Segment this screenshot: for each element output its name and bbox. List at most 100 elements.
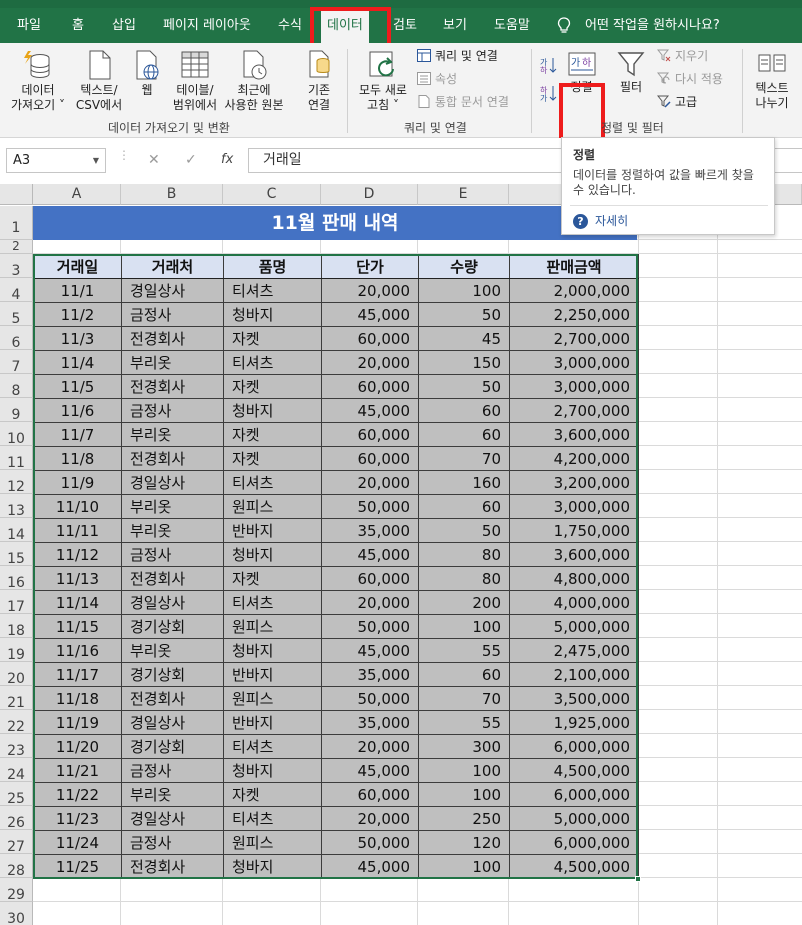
table-cell[interactable]: 11/6 <box>33 398 122 423</box>
row-header[interactable]: 3 <box>0 254 33 279</box>
table-cell[interactable]: 2,100,000 <box>509 662 639 687</box>
table-cell[interactable]: 경기상회 <box>121 662 224 687</box>
sort-ascending-icon[interactable]: 가 하 <box>539 56 557 74</box>
row-header[interactable]: 24 <box>0 758 33 783</box>
table-cell[interactable]: 80 <box>418 542 510 567</box>
table-cell[interactable]: 11/12 <box>33 542 122 567</box>
row-header[interactable]: 6 <box>0 326 33 351</box>
row-header[interactable]: 27 <box>0 830 33 855</box>
table-cell[interactable]: 11/24 <box>33 830 122 855</box>
row-header[interactable]: 25 <box>0 782 33 807</box>
row-header[interactable]: 11 <box>0 446 33 471</box>
table-cell[interactable]: 60 <box>418 662 510 687</box>
table-cell[interactable]: 경일상사 <box>121 710 224 735</box>
table-cell[interactable]: 11/2 <box>33 302 122 327</box>
table-cell[interactable]: 청바지 <box>223 398 322 423</box>
row-header[interactable]: 28 <box>0 854 33 879</box>
row-header[interactable]: 21 <box>0 686 33 711</box>
table-cell[interactable]: 티셔츠 <box>223 470 322 495</box>
table-cell[interactable]: 70 <box>418 686 510 711</box>
sales-table[interactable]: 거래일 거래처 품명 단가 수량 판매금액 11/1 경일상사 티셔츠 20,000 100 2,0… <box>33 254 639 879</box>
table-cell[interactable]: 11/8 <box>33 446 122 471</box>
table-cell[interactable]: 티셔츠 <box>223 278 322 303</box>
table-cell[interactable]: 자켓 <box>223 374 322 399</box>
table-cell[interactable]: 경일상사 <box>121 470 224 495</box>
table-cell[interactable]: 60 <box>418 398 510 423</box>
table-cell[interactable]: 20,000 <box>321 470 419 495</box>
table-header-cell[interactable]: 수량 <box>418 254 510 279</box>
table-cell[interactable]: 70 <box>418 446 510 471</box>
table-cell[interactable]: 120 <box>418 830 510 855</box>
table-cell[interactable]: 원피스 <box>223 494 322 519</box>
table-cell[interactable]: 11/16 <box>33 638 122 663</box>
table-cell[interactable]: 50,000 <box>321 494 419 519</box>
table-cell[interactable]: 35,000 <box>321 662 419 687</box>
table-cell[interactable]: 자켓 <box>223 782 322 807</box>
table-cell[interactable]: 부리옷 <box>121 782 224 807</box>
table-cell[interactable]: 35,000 <box>321 518 419 543</box>
row-header[interactable]: 10 <box>0 422 33 447</box>
table-cell[interactable]: 150 <box>418 350 510 375</box>
table-cell[interactable]: 60,000 <box>321 566 419 591</box>
row-header[interactable]: 18 <box>0 614 33 639</box>
tab-page-layout[interactable]: 페이지 레이아웃 <box>163 14 251 38</box>
row-header[interactable]: 12 <box>0 470 33 495</box>
table-cell[interactable]: 자켓 <box>223 566 322 591</box>
fill-handle[interactable] <box>635 876 641 882</box>
table-cell[interactable]: 부리옷 <box>121 638 224 663</box>
table-cell[interactable]: 11/14 <box>33 590 122 615</box>
table-cell[interactable]: 60,000 <box>321 326 419 351</box>
get-data-button[interactable]: 데이터 가져오기 ˅ <box>8 49 68 113</box>
table-cell[interactable]: 청바지 <box>223 758 322 783</box>
table-cell[interactable]: 11/18 <box>33 686 122 711</box>
refresh-all-button[interactable]: 모두 새로 고침 ˅ <box>355 49 411 113</box>
enter-check-icon[interactable]: ✓ <box>185 152 197 168</box>
table-cell[interactable]: 60,000 <box>321 446 419 471</box>
filter-button[interactable]: 필터 <box>614 50 648 95</box>
table-cell[interactable]: 경기상회 <box>121 614 224 639</box>
table-cell[interactable]: 전경회사 <box>121 686 224 711</box>
row-header[interactable]: 23 <box>0 734 33 759</box>
table-cell[interactable]: 자켓 <box>223 422 322 447</box>
tooltip-help-link[interactable]: ? 자세히 <box>573 212 628 229</box>
table-cell[interactable]: 11/22 <box>33 782 122 807</box>
recent-sources-button[interactable]: 최근에 사용한 원본 <box>222 49 286 113</box>
row-header[interactable]: 8 <box>0 374 33 399</box>
tab-formulas[interactable]: 수식 <box>278 14 302 38</box>
column-header-a[interactable]: A <box>33 184 121 205</box>
table-cell[interactable]: 60 <box>418 422 510 447</box>
table-cell[interactable]: 5,000,000 <box>509 614 639 639</box>
row-header[interactable]: 13 <box>0 494 33 519</box>
tell-me-search[interactable]: 어떤 작업을 원하시나요? <box>585 14 720 38</box>
select-all-corner[interactable] <box>0 184 33 205</box>
edit-links-button[interactable]: 통합 문서 연결 <box>417 94 509 110</box>
table-cell[interactable]: 2,700,000 <box>509 326 639 351</box>
table-cell[interactable]: 50,000 <box>321 686 419 711</box>
insert-function-icon[interactable]: fx <box>221 152 233 167</box>
from-text-csv-button[interactable]: 텍스트/ CSV에서 <box>73 49 125 113</box>
tab-view[interactable]: 보기 <box>443 14 467 38</box>
table-header-cell[interactable]: 단가 <box>321 254 419 279</box>
table-cell[interactable]: 11/15 <box>33 614 122 639</box>
table-header-cell[interactable]: 거래처 <box>121 254 224 279</box>
table-cell[interactable]: 80 <box>418 566 510 591</box>
row-header[interactable]: 16 <box>0 566 33 591</box>
table-cell[interactable]: 45,000 <box>321 638 419 663</box>
table-cell[interactable]: 50 <box>418 374 510 399</box>
table-cell[interactable]: 45 <box>418 326 510 351</box>
name-box[interactable]: A3 ▼ <box>6 148 106 173</box>
table-cell[interactable]: 경일상사 <box>121 278 224 303</box>
table-cell[interactable]: 부리옷 <box>121 518 224 543</box>
table-cell[interactable]: 티셔츠 <box>223 734 322 759</box>
table-cell[interactable]: 6,000,000 <box>509 734 639 759</box>
table-cell[interactable]: 반바지 <box>223 518 322 543</box>
table-cell[interactable]: 반바지 <box>223 710 322 735</box>
tab-file[interactable]: 파일 <box>17 14 41 38</box>
text-to-columns-button[interactable]: 텍스트 나누기 <box>750 49 794 111</box>
row-header[interactable]: 9 <box>0 398 33 423</box>
table-cell[interactable]: 11/13 <box>33 566 122 591</box>
table-cell[interactable]: 11/7 <box>33 422 122 447</box>
table-cell[interactable]: 55 <box>418 638 510 663</box>
table-cell[interactable]: 50,000 <box>321 614 419 639</box>
table-cell[interactable]: 60 <box>418 494 510 519</box>
